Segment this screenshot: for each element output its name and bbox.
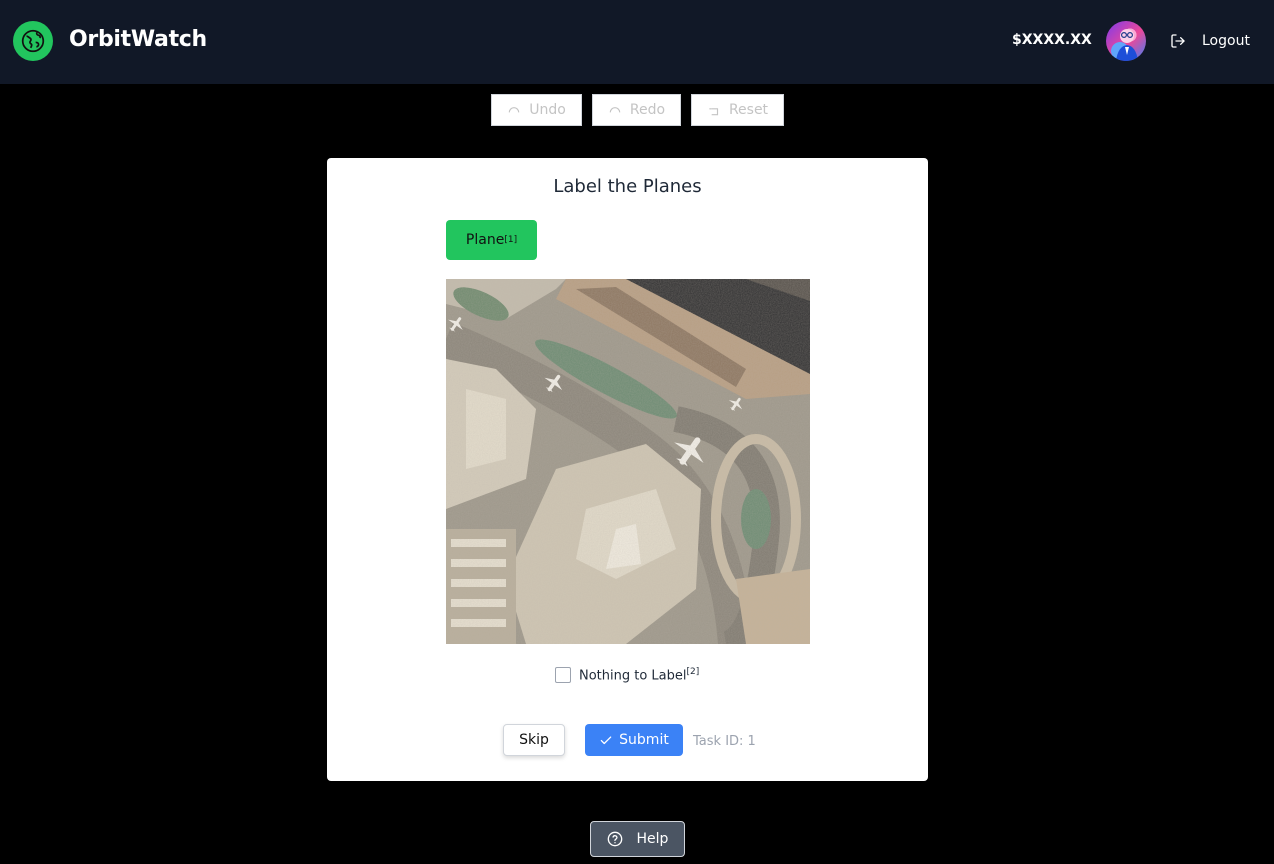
undo-icon — [508, 107, 520, 113]
nothing-to-label-option[interactable]: Nothing to Label[2] — [555, 666, 699, 684]
redo-button[interactable]: Redo — [592, 94, 681, 126]
nothing-to-label-checkbox[interactable] — [555, 667, 571, 683]
check-icon — [600, 736, 612, 745]
redo-icon — [609, 107, 621, 113]
logout-button[interactable]: Logout — [1170, 31, 1250, 51]
undo-label: Undo — [529, 102, 566, 118]
nothing-hotkey: [2] — [686, 666, 700, 677]
reset-icon — [709, 108, 719, 116]
plane-label-button[interactable]: Plane [1] — [446, 220, 537, 260]
brand-name[interactable]: OrbitWatch — [69, 27, 207, 52]
task-id: Task ID: 1 — [693, 734, 756, 749]
top-navbar: OrbitWatch $XXXX.XX Logout — [0, 0, 1274, 84]
logout-icon — [1171, 34, 1185, 48]
undo-button[interactable]: Undo — [491, 94, 582, 126]
redo-label: Redo — [629, 102, 666, 118]
account-balance: $XXXX.XX — [1012, 32, 1092, 48]
help-label: Help — [636, 831, 669, 847]
reset-label: Reset — [728, 102, 769, 118]
submit-label: Submit — [619, 732, 669, 748]
task-title: Label the Planes — [553, 176, 702, 197]
labeling-card: Label the Planes Plane [1] Nothing to La… — [327, 158, 928, 781]
help-button[interactable]: Help — [590, 821, 685, 857]
plane-hotkey: [1] — [504, 235, 518, 245]
skip-label: Skip — [519, 732, 549, 748]
help-icon — [607, 831, 622, 847]
satellite-image-canvas[interactable] — [446, 279, 810, 644]
globe-icon[interactable] — [13, 21, 53, 61]
reset-button[interactable]: Reset — [691, 94, 784, 126]
satellite-image — [446, 279, 810, 644]
logout-label: Logout — [1202, 33, 1250, 49]
skip-button[interactable]: Skip — [503, 724, 565, 756]
plane-label-text: Plane — [465, 232, 505, 248]
avatar-icon[interactable] — [1106, 21, 1146, 61]
submit-button[interactable]: Submit — [585, 724, 683, 756]
nothing-to-label-text: Nothing to Label — [579, 668, 687, 684]
